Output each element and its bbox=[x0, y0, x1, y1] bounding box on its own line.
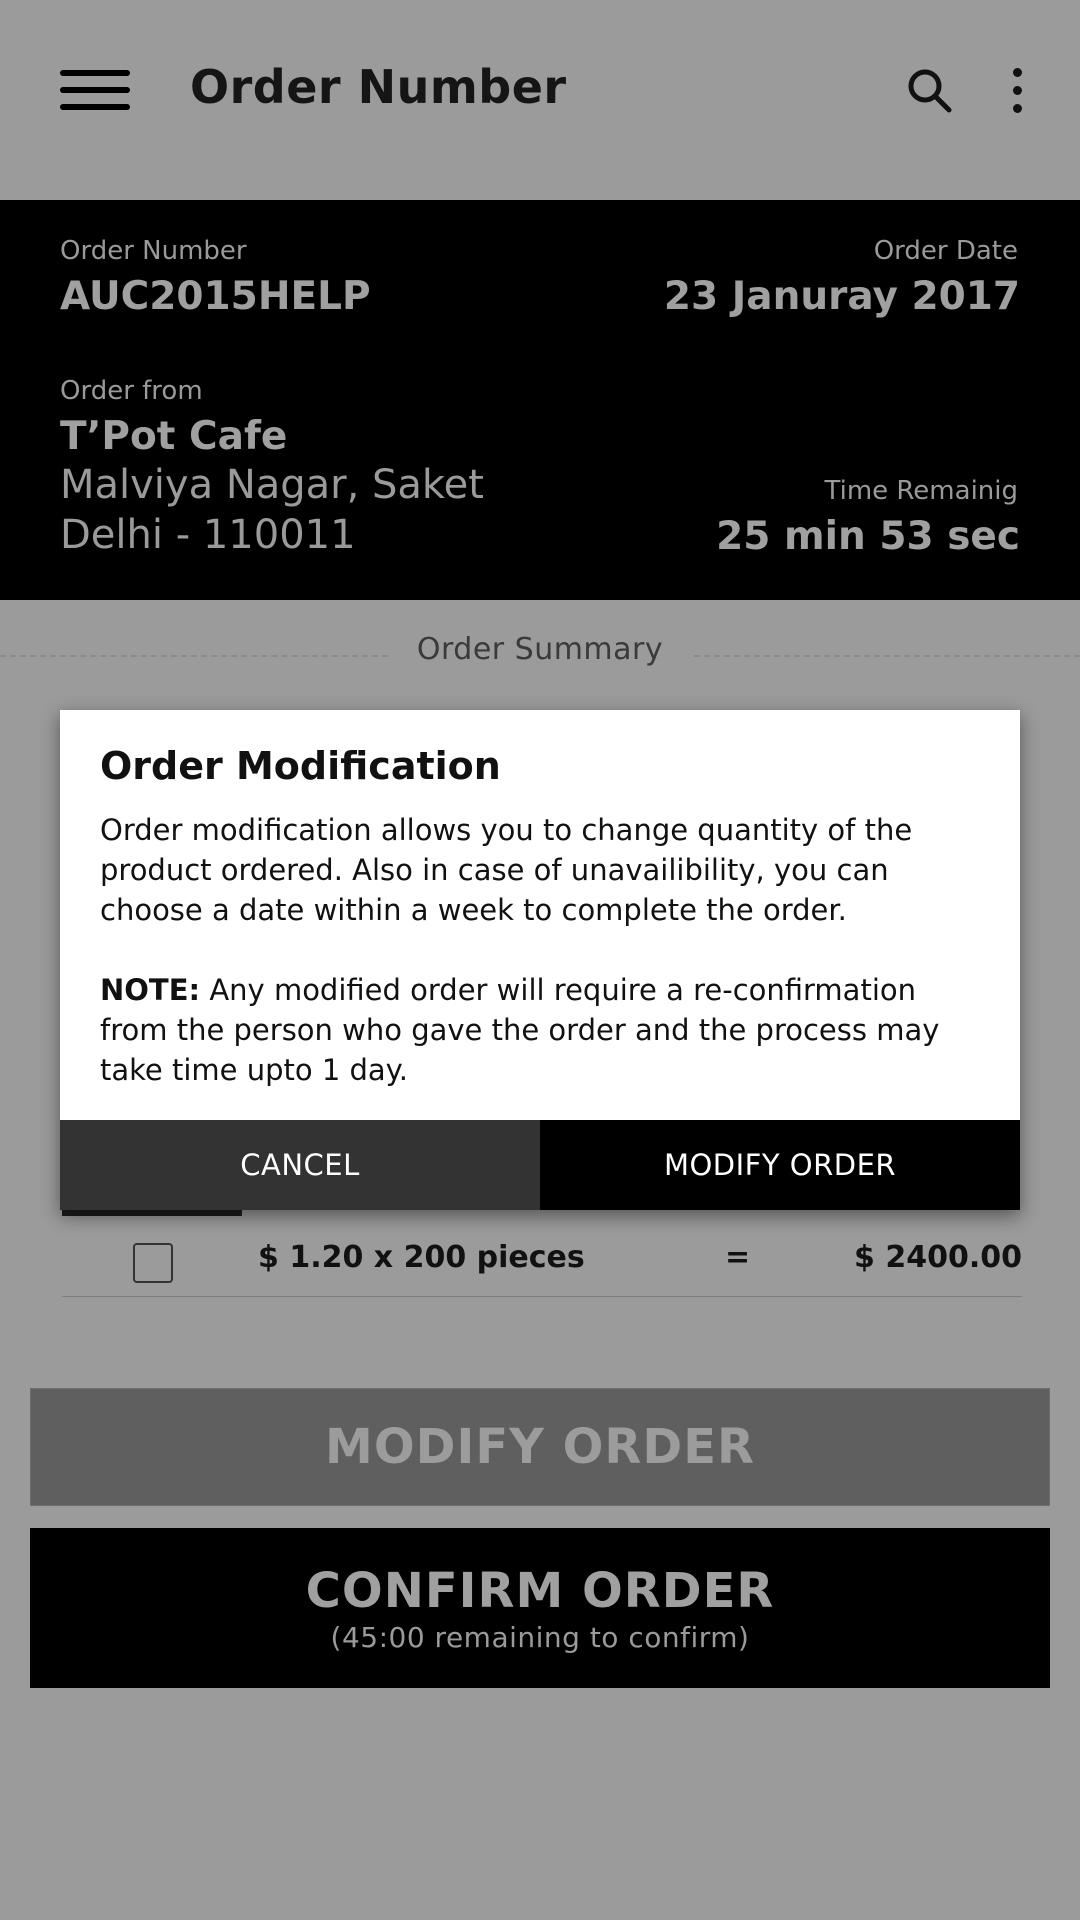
order-address-line2: Delhi - 110011 bbox=[60, 512, 356, 558]
order-details-panel: Order Number AUC2015HELP Order Date 23 J… bbox=[0, 200, 1080, 600]
order-number-value: AUC2015HELP bbox=[60, 274, 371, 319]
page-title: Order Number bbox=[190, 60, 567, 114]
dialog-cancel-button[interactable]: CANCEL bbox=[60, 1120, 540, 1210]
time-remaining-label: Time Remainig bbox=[824, 476, 1018, 506]
item-checkbox[interactable] bbox=[133, 1243, 173, 1283]
dialog-modify-order-button[interactable]: MODIFY ORDER bbox=[540, 1120, 1020, 1210]
order-date-value: 23 Januray 2017 bbox=[663, 274, 1020, 319]
more-vertical-icon[interactable] bbox=[1005, 66, 1029, 114]
confirm-order-button[interactable]: CONFIRM ORDER (45:00 remaining to confir… bbox=[30, 1528, 1050, 1688]
row-divider bbox=[62, 1296, 1022, 1297]
equals-sign: = bbox=[725, 1240, 751, 1275]
order-summary-title: Order Summary bbox=[416, 632, 664, 667]
order-number-label: Order Number bbox=[60, 236, 247, 266]
order-from-name: T’Pot Cafe bbox=[60, 414, 288, 459]
note-label: NOTE: bbox=[100, 973, 201, 1007]
time-remaining-value: 25 min 53 sec bbox=[716, 514, 1020, 559]
menu-icon[interactable] bbox=[60, 70, 130, 110]
modify-order-button[interactable]: MODIFY ORDER bbox=[30, 1388, 1050, 1506]
note-text: Any modified order will require a re-con… bbox=[100, 973, 940, 1087]
modify-order-label: MODIFY ORDER bbox=[325, 1419, 755, 1475]
divider-right bbox=[694, 655, 1080, 657]
order-modification-dialog: Order Modification Order modification al… bbox=[60, 710, 1020, 1210]
confirm-order-label: CONFIRM ORDER bbox=[305, 1562, 775, 1619]
dialog-title: Order Modification bbox=[100, 744, 501, 788]
order-date-label: Order Date bbox=[873, 236, 1018, 266]
dialog-body: Order modification allows you to change … bbox=[100, 813, 913, 927]
order-from-label: Order from bbox=[60, 376, 203, 406]
item-price-quantity: $ 1.20 x 200 pieces bbox=[258, 1240, 585, 1275]
search-icon[interactable] bbox=[905, 66, 953, 114]
dialog-note: NOTE: Any modified order will require a … bbox=[100, 970, 990, 1090]
item-total: $ 2400.00 bbox=[854, 1240, 1022, 1275]
order-address-line1: Malviya Nagar, Saket bbox=[60, 462, 484, 508]
confirm-countdown: (45:00 remaining to confirm) bbox=[330, 1620, 750, 1654]
